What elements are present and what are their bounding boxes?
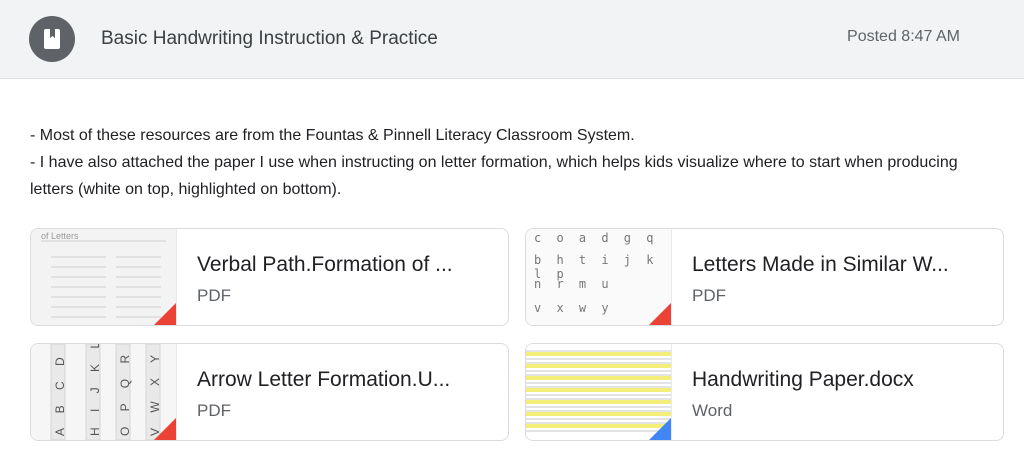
attachment-type: PDF <box>197 286 231 305</box>
attachment-type: PDF <box>197 401 231 420</box>
pdf-corner-icon <box>154 418 176 440</box>
attachment-card-handwriting-paper[interactable]: Handwriting Paper.docx Word <box>525 343 1004 441</box>
attachment-card-arrow-letter[interactable]: A B C D E H I J K L M N O P Q R S T U V … <box>30 343 509 441</box>
description-line-2: - I have also attached the paper I use w… <box>30 154 958 198</box>
description-line-1: - Most of these resources are from the F… <box>30 127 635 144</box>
thumbnail-letter-column: O P Q R S T U <box>118 344 132 436</box>
attachment-title[interactable]: Verbal Path.Formation of ... <box>197 253 453 277</box>
attachment-title[interactable]: Arrow Letter Formation.U... <box>197 368 450 392</box>
thumbnail-letter-column: A B C D E <box>53 344 67 436</box>
attachment-type: Word <box>692 401 733 420</box>
assignment-book-icon[interactable] <box>29 16 75 62</box>
post-title[interactable]: Basic Handwriting Instruction & Practice <box>101 28 438 50</box>
attachment-type: PDF <box>692 286 726 305</box>
attachment-title[interactable]: Handwriting Paper.docx <box>692 368 914 392</box>
word-corner-icon <box>649 418 671 440</box>
attachment-thumbnail <box>526 344 672 440</box>
posted-time: Posted 8:47 AM <box>847 28 960 45</box>
pdf-corner-icon <box>649 303 671 325</box>
stream-post-header: Basic Handwriting Instruction & Practice… <box>0 0 1024 79</box>
attachment-card-letters-similar[interactable]: c o a d g q b h t i j k l p n r m u v x … <box>525 228 1004 326</box>
thumbnail-letter-column: H I J K L M N <box>88 344 102 436</box>
post-description: - Most of these resources are from the F… <box>30 122 990 203</box>
pdf-corner-icon <box>154 303 176 325</box>
thumbnail-letter-row: n r m u <box>534 277 613 291</box>
thumbnail-letter-row: v x w y <box>534 301 613 315</box>
attachment-title[interactable]: Letters Made in Similar W... <box>692 253 949 277</box>
attachment-thumbnail: c o a d g q b h t i j k l p n r m u v x … <box>526 229 672 325</box>
attachment-thumbnail: A B C D E H I J K L M N O P Q R S T U V … <box>31 344 177 440</box>
thumbnail-letter-row: c o a d g q <box>534 231 658 245</box>
attachment-card-verbal-path[interactable]: of Letters Verbal Path.Formation of ... … <box>30 228 509 326</box>
attachment-thumbnail: of Letters <box>31 229 177 325</box>
